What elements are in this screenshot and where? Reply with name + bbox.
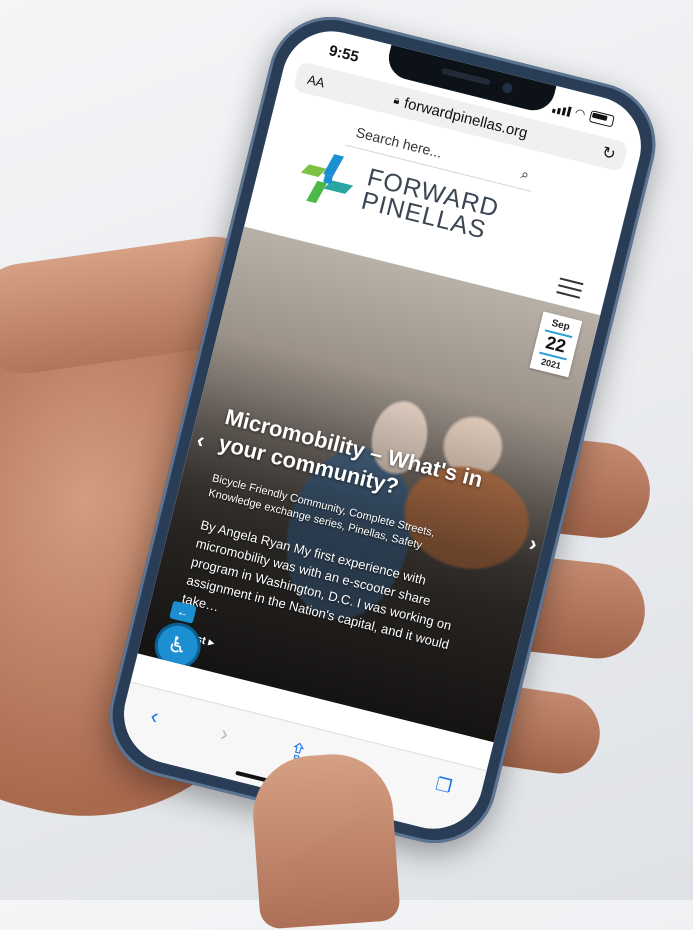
reload-icon[interactable]: ↻ bbox=[600, 142, 618, 165]
signal-icon bbox=[551, 103, 572, 117]
wifi-icon: ◠ bbox=[573, 105, 587, 122]
speaker bbox=[440, 67, 491, 86]
system-icons: ◠ bbox=[551, 101, 615, 128]
text-size-button[interactable]: AA bbox=[306, 71, 326, 90]
date-day: 22 bbox=[539, 329, 573, 361]
forward-arrow-icon[interactable]: › bbox=[218, 720, 231, 747]
back-arrow-icon[interactable]: ‹ bbox=[148, 703, 161, 730]
status-time: 9:55 bbox=[327, 42, 361, 66]
forward-pinellas-logo-icon bbox=[300, 154, 354, 204]
search-icon[interactable]: ⌕ bbox=[519, 165, 531, 183]
battery-icon bbox=[588, 110, 615, 128]
lock-icon: 🔒︎ bbox=[392, 93, 402, 107]
camera bbox=[500, 81, 514, 95]
hamburger-menu-icon[interactable] bbox=[555, 273, 585, 304]
web-page: ⌕ FORWARD PINELLAS Sep bbox=[130, 91, 634, 772]
hand-finger bbox=[249, 750, 401, 930]
tabs-icon[interactable]: ❐ bbox=[433, 774, 454, 798]
